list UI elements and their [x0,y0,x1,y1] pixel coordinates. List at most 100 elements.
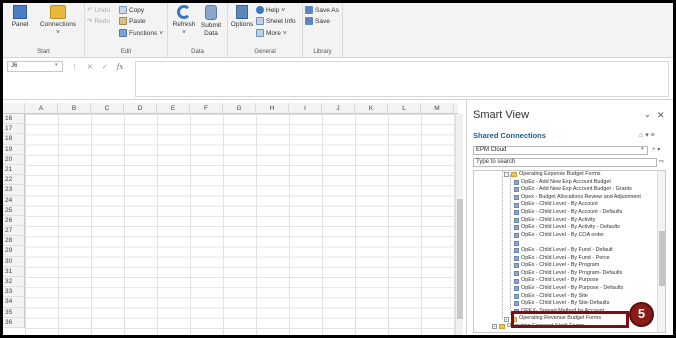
callout-badge: 5 [629,302,654,327]
row-header-cell[interactable]: 27 [3,226,25,237]
expand-icon[interactable]: + [504,316,509,322]
chevron-down-icon[interactable]: ▾ [657,147,660,153]
form-icon [514,240,519,246]
column-header-cell[interactable]: K [355,103,388,114]
row-header-cell[interactable]: 22 [3,175,25,186]
sheet-info-button[interactable]: Sheet Info [256,16,296,26]
help-icon [256,6,264,14]
tree-form[interactable]: OpEx - Child Level - By Program [514,262,599,270]
redo-button[interactable]: ↷ Redo [87,16,110,26]
more-button[interactable]: More ˅ [256,28,287,38]
refresh-button[interactable]: Refresh ˅ [171,5,197,37]
functions-button[interactable]: Functions ˅ [119,28,163,38]
row-header-cell[interactable]: 31 [3,266,25,277]
save-as-button[interactable]: Save As [305,5,339,15]
tree-form[interactable]: OpEx - Child Level - By Site-Defaults [514,300,609,308]
row-header-cell[interactable]: 32 [3,277,25,288]
tree-form[interactable]: OpEx - Child Level - By Activity [514,217,595,225]
form-icon [514,301,519,307]
close-icon[interactable]: ✕ [657,110,665,121]
save-icon [305,17,313,25]
paste-icon [119,17,127,25]
column-header-cell[interactable]: E [157,103,190,114]
cancel-icon[interactable]: ✕ [87,63,93,71]
tree-scrollbar[interactable] [657,171,665,332]
confirm-icon[interactable]: ✓ [102,63,108,71]
select-all-corner[interactable] [3,103,25,114]
tree-form[interactable]: OpEx - Child Level - By Fund - Perce [514,255,610,263]
submit-data-button[interactable]: Submit Data [198,5,224,38]
column-header-cell[interactable]: I [289,103,322,114]
help-button[interactable]: Help ˅ [256,5,285,15]
column-header-cell[interactable]: G [223,103,256,114]
column-header-cell[interactable]: B [58,103,91,114]
row-header-cell[interactable]: 29 [3,246,25,257]
scrollbar-thumb[interactable] [659,231,665,286]
chevron-down-icon[interactable]: ▾ [641,146,644,152]
chevron-down-icon[interactable]: ▾ [645,132,649,139]
options-icon [236,5,248,19]
chevron-down-icon[interactable]: ▾ [55,62,58,68]
panel-button[interactable]: Panel [9,5,31,29]
tree-form[interactable]: OpEx - Child Level - By Account [514,201,598,209]
scrollbar-thumb[interactable] [457,199,463,319]
tree-form[interactable]: OpEx - Child Level - By Site [514,293,588,301]
row-header-cell[interactable]: 30 [3,256,25,267]
formula-input[interactable] [135,61,669,97]
vertical-scrollbar[interactable] [455,114,463,335]
tree-form[interactable]: OpEx - Child Level - By Program- Default… [514,270,622,278]
chevron-down-icon[interactable]: ⌄ [644,110,651,119]
paste-button[interactable]: Paste [119,16,146,26]
row-header-cell[interactable]: 23 [3,185,25,196]
row-header-cell[interactable]: 17 [3,124,25,135]
row-header-cell[interactable]: 21 [3,164,25,176]
tree-folder[interactable]: − Operating Expense Budget Forms [504,171,601,179]
row-header-cell[interactable]: 34 [3,297,25,308]
home-icon[interactable]: ⌂ [639,132,643,139]
tree-form[interactable]: OpEx - Child Level - By Account - Defaul… [514,209,622,217]
expand-icon[interactable]: − [504,172,509,178]
tree-form[interactable]: Opex - Budget Allocations Review and Adj… [514,194,641,202]
undo-button[interactable]: ↶ Undo [87,5,110,15]
connection-select[interactable]: EPM Cloud [473,146,648,155]
tree-form[interactable]: OpEx - Add New Exp Account Budget - Gran… [514,186,632,194]
tree-form[interactable] [514,239,521,247]
row-header-cell[interactable]: 16 [3,114,25,125]
column-header-cell[interactable]: C [91,103,124,114]
row-header-cell[interactable]: 24 [3,195,25,206]
column-header-cell[interactable]: A [25,103,58,114]
row-header-cell[interactable]: 35 [3,307,25,318]
column-header-cell[interactable]: D [124,103,157,114]
column-header-cell[interactable]: J [322,103,355,114]
column-header-cell[interactable]: L [388,103,421,114]
row-header-cell[interactable]: 18 [3,134,25,145]
tree-form[interactable]: OpEx - Child Level - By Activity - Defau… [514,224,620,232]
expand-icon[interactable]: + [492,324,497,330]
row-header-cell[interactable]: 20 [3,154,25,165]
copy-button[interactable]: Copy [119,5,144,15]
tree-form[interactable]: OpEx - Add New Exp Account Budget [514,179,611,187]
search-go-icon[interactable]: ⇨ [659,158,664,165]
tree-form[interactable]: OpEx - Child Level - By COA order [514,232,604,240]
column-header-cell[interactable]: F [190,103,223,114]
row-header-cell[interactable]: 19 [3,144,25,155]
options-button[interactable]: Options [229,5,255,29]
row-header-cell[interactable]: 28 [3,236,25,247]
column-header-cell[interactable]: M [421,103,454,114]
add-icon[interactable]: + [652,147,656,153]
row-header-cell[interactable]: 36 [3,317,25,328]
row-header-cell[interactable]: 26 [3,215,25,227]
tree-form[interactable]: OpEx - Child Level - By Purpose [514,277,599,285]
form-icon [514,225,519,231]
connections-button[interactable]: Connections ˅ [37,5,79,37]
row-header-cell[interactable]: 33 [3,287,25,298]
menu-icon[interactable]: ≡ [651,132,655,139]
search-input[interactable]: Type to search [473,158,657,167]
row-header-cell[interactable]: 25 [3,205,25,216]
save-button[interactable]: Save [305,16,330,26]
column-header-cell[interactable]: H [256,103,289,114]
insert-function-icon[interactable]: fx [117,63,124,71]
tree-form[interactable]: OpEx - Child Level - By Purpose - Defaul… [514,285,623,293]
tree-form[interactable]: OpEx - Child Level - By Fund - Default [514,247,613,255]
cell-area[interactable] [25,114,455,335]
